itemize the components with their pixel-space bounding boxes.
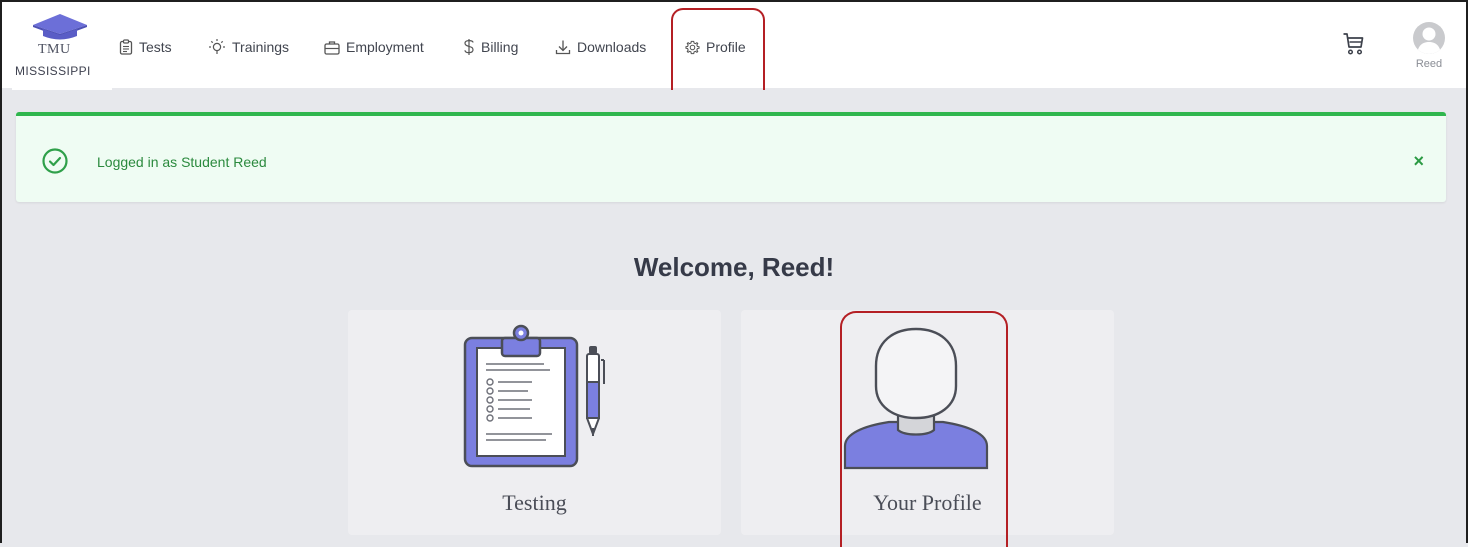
avatar <box>1413 22 1445 54</box>
your-profile-card-label: Your Profile <box>873 490 982 515</box>
user-silhouette-icon <box>1417 27 1441 54</box>
briefcase-icon <box>324 40 340 55</box>
nav-trainings[interactable]: Trainings <box>208 37 289 57</box>
nav-tests-label: Tests <box>139 39 172 55</box>
login-success-alert: Logged in as Student Reed × <box>16 112 1446 202</box>
nav-profile-label: Profile <box>706 39 746 55</box>
nav-billing-label: Billing <box>481 39 519 55</box>
nav-billing[interactable]: Billing <box>463 37 518 57</box>
testing-card-label: Testing <box>502 490 567 515</box>
user-name: Reed <box>1415 58 1443 70</box>
user-menu[interactable]: Reed <box>1404 22 1454 78</box>
alert-close-button[interactable]: × <box>1413 152 1424 170</box>
nav-downloads-label: Downloads <box>577 39 647 55</box>
clipboard-checklist-icon <box>463 324 605 468</box>
dollar-icon <box>464 39 474 55</box>
top-navigation: TMU MISSISSIPPI Tests Trainings Employme… <box>2 2 1466 90</box>
cart-button[interactable] <box>1342 32 1364 61</box>
gear-icon <box>685 40 700 54</box>
graduation-cap-icon <box>33 14 87 40</box>
clipboard-icon <box>119 39 133 55</box>
nav-employment-label: Employment <box>346 39 424 55</box>
nav-profile[interactable]: Profile <box>685 37 746 57</box>
brand-state: MISSISSIPPI <box>15 64 91 78</box>
your-profile-card[interactable]: Your Profile <box>741 310 1114 535</box>
nav-employment[interactable]: Employment <box>324 37 424 57</box>
nav-tests[interactable]: Tests <box>119 37 172 57</box>
alert-message: Logged in as Student Reed <box>97 154 267 170</box>
person-icon <box>843 327 989 470</box>
cart-icon <box>1343 33 1364 55</box>
nav-downloads[interactable]: Downloads <box>555 37 646 57</box>
welcome-heading: Welcome, Reed! <box>633 252 835 282</box>
brand-abbr: TMU <box>38 42 71 57</box>
download-icon <box>555 40 571 55</box>
check-circle-icon <box>42 148 68 174</box>
lightbulb-icon <box>209 39 225 54</box>
nav-trainings-label: Trainings <box>232 39 290 55</box>
brand-logo[interactable]: TMU MISSISSIPPI <box>12 12 112 90</box>
testing-card[interactable]: Testing <box>348 310 721 535</box>
